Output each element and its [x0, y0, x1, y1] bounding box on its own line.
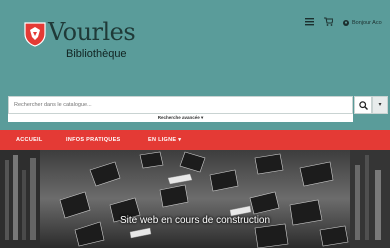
- search-bar: ▾ Recherche avancée ▾: [8, 96, 388, 122]
- nav-item-en-ligne[interactable]: EN LIGNE ▾: [148, 130, 181, 150]
- account-menu[interactable]: ● Bonjour Aco: [343, 17, 382, 28]
- search-scope-dropdown[interactable]: ▾: [372, 96, 388, 114]
- nav-item-accueil[interactable]: ACCUEIL: [16, 130, 43, 150]
- logo-subtitle: Bibliothèque: [66, 48, 127, 60]
- main-nav: ACCUEIL INFOS PRATIQUES EN LIGNE ▾: [0, 130, 390, 150]
- site-header: Vourles Bibliothèque ● Bonjour Aco: [0, 0, 390, 90]
- account-label: Bonjour Aco: [352, 19, 382, 26]
- flying-books-image: [0, 150, 390, 248]
- logo-shield-icon: [24, 22, 46, 47]
- search-icon: [359, 101, 368, 110]
- advanced-search-label: Recherche avancée: [157, 115, 200, 120]
- user-icon: ●: [343, 19, 349, 26]
- menu-icon[interactable]: [304, 17, 315, 28]
- hero-title: Site web en cours de construction: [119, 215, 271, 226]
- chevron-down-icon: ▾: [378, 102, 382, 108]
- search-input[interactable]: [8, 96, 353, 114]
- search-button[interactable]: [354, 96, 372, 114]
- nav-item-infos-pratiques[interactable]: INFOS PRATIQUES: [66, 130, 121, 150]
- hero-banner: Site web en cours de construction: [0, 150, 390, 248]
- cart-icon[interactable]: [323, 17, 334, 28]
- advanced-search-link[interactable]: Recherche avancée ▾: [8, 114, 353, 122]
- chevron-down-icon: ▾: [201, 115, 204, 120]
- logo-wordmark[interactable]: Vourles: [48, 18, 136, 46]
